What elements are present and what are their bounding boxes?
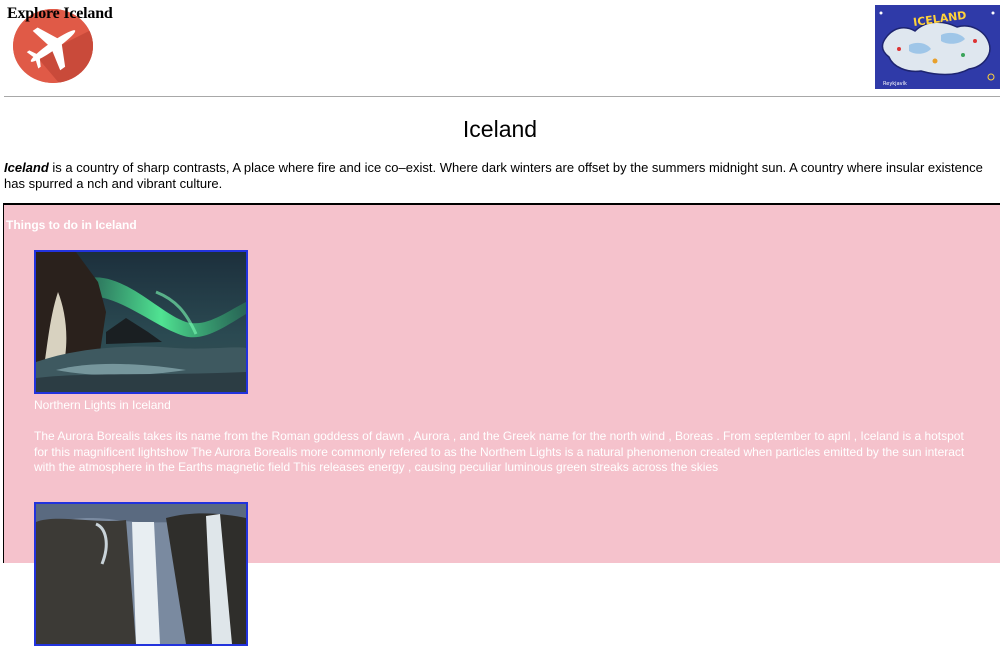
intro-text: is a country of sharp contrasts, A place… <box>4 160 983 191</box>
site-title[interactable]: Explore Iceland <box>7 5 113 23</box>
things-to-do-section: Things to do in Iceland Northern Lights … <box>3 203 1000 646</box>
section-heading: Things to do in Iceland <box>6 218 137 232</box>
activity-description: The Aurora Borealis takes its name from … <box>34 429 965 474</box>
northern-lights-photo[interactable] <box>34 250 248 394</box>
map-caption-text: Reykjavík <box>883 80 907 87</box>
intro-emphasis: Iceland <box>4 160 49 175</box>
site-header: Explore Iceland ICELAND Reykjavík <box>0 0 1000 98</box>
iceland-map-image[interactable]: ICELAND Reykjavík <box>875 5 1000 89</box>
waterfall-photo[interactable] <box>34 502 248 646</box>
header-divider <box>4 96 1000 97</box>
intro-paragraph: Iceland is a country of sharp contrasts,… <box>4 160 998 192</box>
page-title: Iceland <box>462 116 538 142</box>
activity-caption: Northern Lights in Iceland <box>34 398 171 412</box>
